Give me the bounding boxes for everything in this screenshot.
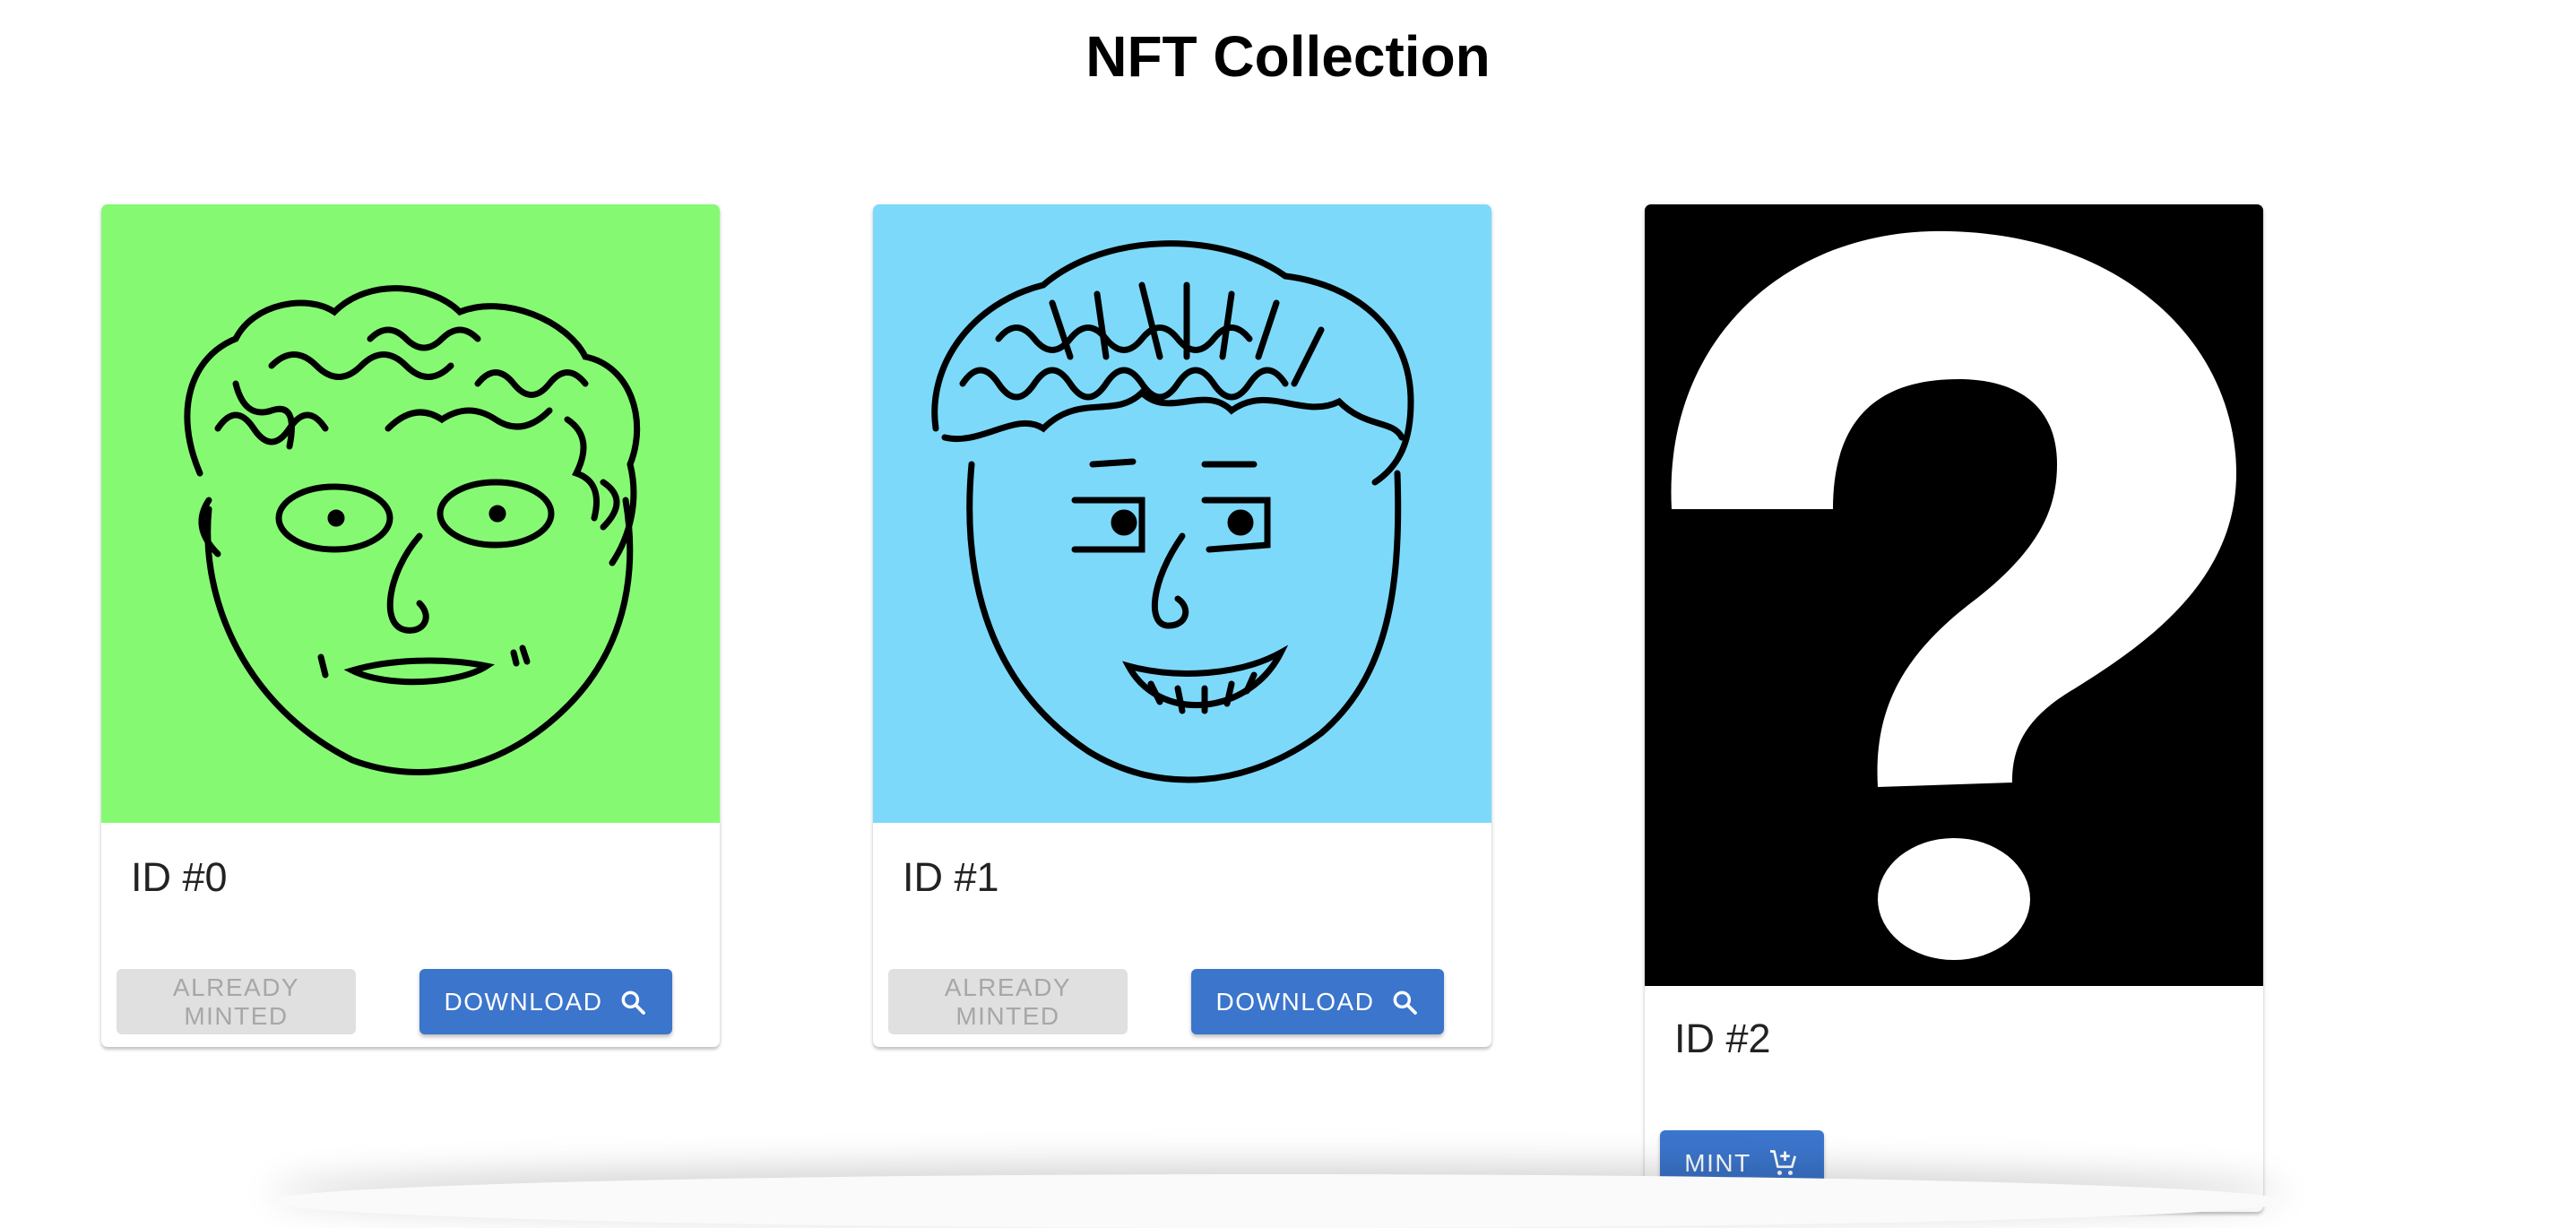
nft-id-label: ID #1 (903, 854, 999, 900)
nft-image-0 (101, 204, 720, 823)
download-label: DOWNLOAD (444, 987, 603, 1016)
download-button[interactable]: DOWNLOAD (1191, 969, 1444, 1034)
already-minted-label: ALREADY MINTED (944, 973, 1072, 1030)
download-label: DOWNLOAD (1215, 987, 1375, 1016)
nft-image-2 (1645, 204, 2263, 986)
already-minted-button: ALREADY MINTED (888, 969, 1128, 1034)
already-minted-button: ALREADY MINTED (117, 969, 356, 1034)
bottom-shadow (269, 1174, 2286, 1228)
already-minted-label: ALREADY MINTED (172, 973, 300, 1030)
search-icon (618, 988, 647, 1016)
question-mark-image (1671, 230, 2236, 960)
page-title: NFT Collection (1085, 24, 1491, 89)
mint-label: MINT (1684, 1148, 1751, 1177)
nft-card-1: ID #1 ALREADY MINTED DOWNLOAD (873, 204, 1491, 1047)
nft-image-1 (873, 204, 1491, 823)
add-shopping-cart-icon (1768, 1147, 1800, 1180)
nft-id-label: ID #2 (1674, 1016, 1771, 1061)
nft-card-0: ID #0 ALREADY MINTED DOWNLOAD (101, 204, 720, 1047)
nft-card-2: ID #2 MINT (1645, 204, 2263, 1212)
blue-face-drawing (931, 240, 1414, 783)
search-icon (1390, 988, 1419, 1016)
green-face-drawing (184, 285, 641, 775)
download-button[interactable]: DOWNLOAD (419, 969, 672, 1034)
nft-id-label: ID #0 (131, 854, 228, 900)
